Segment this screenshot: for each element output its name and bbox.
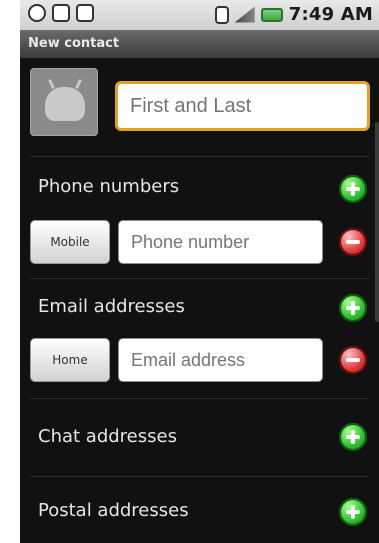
phone-screen: 7:49 AM New contact Phone numbers Mobile… bbox=[20, 0, 379, 543]
email-section-label: Email addresses bbox=[38, 296, 185, 317]
chat-section-label: Chat addresses bbox=[38, 426, 177, 447]
divider bbox=[30, 476, 369, 477]
divider bbox=[30, 278, 369, 279]
phone-type-button[interactable]: Mobile bbox=[30, 220, 110, 264]
phone-number-input[interactable] bbox=[118, 220, 323, 264]
status-time: 7:49 AM bbox=[288, 4, 373, 25]
android-antenna-left bbox=[48, 78, 55, 90]
status-right-icons: 7:49 AM bbox=[214, 4, 373, 25]
remove-email-button[interactable] bbox=[339, 346, 367, 374]
status-bar: 7:49 AM bbox=[20, 0, 379, 30]
add-postal-button[interactable] bbox=[339, 498, 367, 526]
battery-icon bbox=[260, 7, 283, 22]
usb-icon bbox=[76, 4, 94, 22]
email-address-input[interactable] bbox=[118, 338, 323, 382]
android-antenna-right bbox=[75, 78, 82, 90]
email-type-button[interactable]: Home bbox=[30, 338, 110, 382]
add-phone-button[interactable] bbox=[339, 175, 367, 203]
divider bbox=[30, 156, 369, 157]
sync-icon bbox=[28, 4, 46, 22]
signal-icon bbox=[234, 6, 255, 23]
postal-section-label: Postal addresses bbox=[38, 500, 189, 521]
add-email-button[interactable] bbox=[339, 294, 367, 322]
phone-section-label: Phone numbers bbox=[38, 176, 180, 197]
divider bbox=[30, 398, 369, 399]
scrollbar-thumb[interactable] bbox=[375, 122, 379, 322]
sim-icon bbox=[214, 5, 229, 24]
contact-photo-button[interactable] bbox=[30, 68, 98, 136]
calendar-icon bbox=[52, 4, 70, 22]
contact-form: Phone numbers Mobile Email addresses Hom… bbox=[20, 58, 379, 543]
remove-phone-button[interactable] bbox=[339, 228, 367, 256]
status-left-icons bbox=[28, 4, 94, 22]
page-title: New contact bbox=[28, 36, 120, 51]
add-chat-button[interactable] bbox=[339, 423, 367, 451]
name-input[interactable] bbox=[115, 81, 370, 131]
android-avatar-icon bbox=[45, 87, 85, 121]
app-title-bar: New contact bbox=[20, 30, 379, 59]
